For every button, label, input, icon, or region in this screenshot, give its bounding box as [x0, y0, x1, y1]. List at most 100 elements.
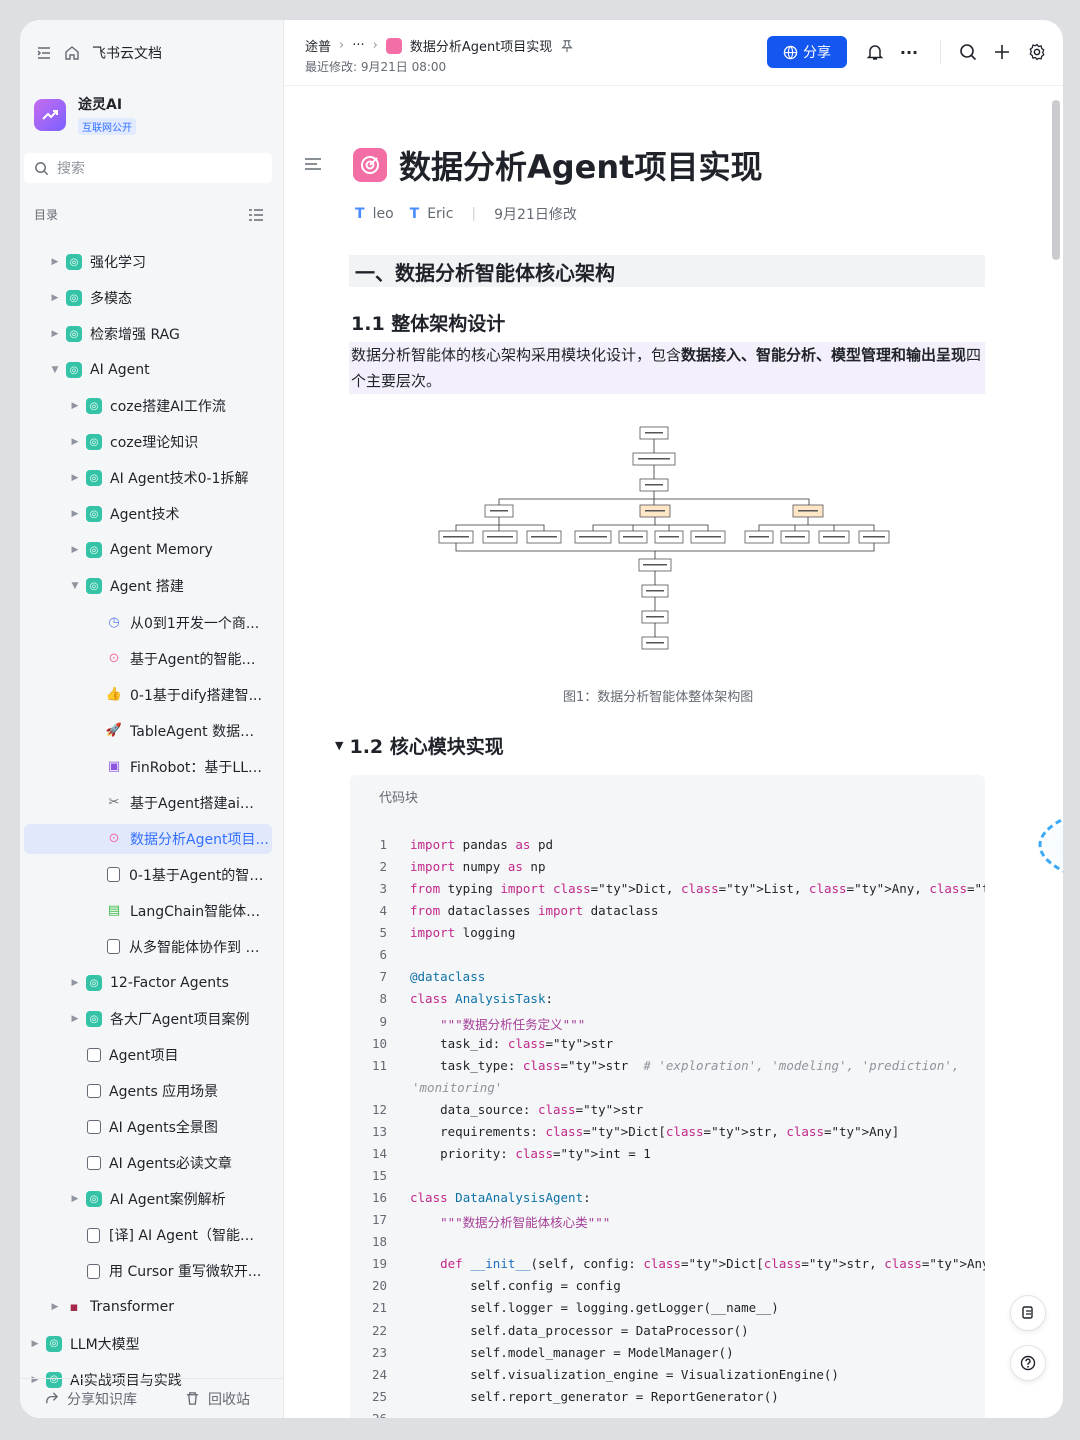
tree-item[interactable]: Agent项目	[68, 1040, 266, 1070]
caret-right-icon[interactable]: ▶	[68, 509, 82, 519]
tree-item[interactable]: ▶ ▪ Transformer	[48, 1292, 266, 1322]
list-view-icon[interactable]	[248, 207, 264, 223]
caret-right-icon[interactable]: ▶	[68, 437, 82, 447]
tree-item[interactable]: 🚀 TableAgent 数据分...	[88, 716, 266, 746]
caret-right-icon[interactable]: ▶	[68, 401, 82, 411]
crumb-root[interactable]: 途普	[305, 36, 331, 55]
doc-emoji-icon	[385, 37, 402, 54]
tree-item[interactable]: ⊙ 基于Agent的智能客...	[88, 644, 266, 674]
heading-2-modules[interactable]: ▼ 1.2 核心模块实现	[335, 732, 504, 759]
heading-2-arch[interactable]: 1.1 整体架构设计	[351, 309, 505, 336]
code-text: requirements: class="ty">Dict[class="ty"…	[410, 1123, 900, 1139]
tree-item[interactable]: 0-1基于Agent的智能...	[88, 860, 266, 890]
author-2[interactable]: Eric	[427, 206, 453, 222]
teal-doc-icon: ◎	[86, 542, 102, 559]
tree-item[interactable]: Agents 应用场景	[68, 1076, 266, 1106]
tree-item[interactable]: ▶ ◎ 12-Factor Agents	[68, 968, 266, 998]
tree-item[interactable]: 从多智能体协作到 A...	[88, 932, 266, 962]
space-header[interactable]: 途灵AI 互联网公开	[34, 94, 136, 135]
tree-item[interactable]: AI Agents全景图	[68, 1112, 266, 1142]
tree-item[interactable]: ▶ ◎ Agent Memory	[68, 535, 266, 565]
tree-item[interactable]: ▶ ◎ AI Agent技术0-1拆解	[68, 463, 266, 493]
tree-item[interactable]: ▼ ◎ Agent 搭建	[68, 571, 266, 601]
caret-right-icon[interactable]: ▶	[68, 978, 82, 988]
tree-item[interactable]: 👍 0-1基于dify搭建智...	[88, 680, 266, 710]
tree-item[interactable]: [译] AI Agent（智能体...	[68, 1220, 266, 1250]
tree-item[interactable]: ▶ ◎ 强化学习	[48, 247, 266, 277]
scrollbar-thumb[interactable]	[1052, 100, 1060, 260]
doc-title-icon[interactable]	[353, 148, 387, 182]
collapse-triangle-icon[interactable]: ▼	[335, 739, 343, 752]
tree-item[interactable]: 用 Cursor 重写微软开...	[68, 1256, 266, 1286]
tree-item[interactable]: ▶ ◎ 多模态	[48, 283, 266, 313]
more-icon[interactable]: ···	[899, 42, 919, 62]
tree-item[interactable]: ✂ 基于Agent搭建ai论...	[88, 788, 266, 818]
pin-icon[interactable]	[560, 39, 574, 53]
caret-right-icon[interactable]: ▶	[68, 473, 82, 483]
caret-right-icon[interactable]: ▶	[48, 1302, 62, 1312]
caret-right-icon[interactable]: ▶	[48, 329, 62, 339]
paragraph[interactable]: 数据分析智能体的核心架构采用模块化设计，包含数据接入、智能分析、模型管理和输出呈…	[349, 342, 985, 394]
caret-down-icon[interactable]: ▼	[48, 365, 62, 375]
help-icon[interactable]	[1010, 1345, 1046, 1381]
collapse-sidebar-icon[interactable]	[36, 45, 52, 61]
teal-doc-icon: ◎	[66, 362, 82, 379]
line-number: 5	[379, 925, 387, 941]
crumb-current[interactable]: 数据分析Agent项目实现	[410, 36, 552, 55]
tree-item[interactable]: ▶ ◎ AI Agent案例解析	[68, 1184, 266, 1214]
tree-item[interactable]: ▶ ◎ Agent技术	[68, 499, 266, 529]
trash-button[interactable]: 回收站	[185, 1389, 250, 1409]
architecture-diagram[interactable]	[435, 425, 905, 655]
author-1[interactable]: leo	[373, 206, 394, 222]
caret-right-icon[interactable]: ▶	[48, 293, 62, 303]
code-text: import numpy as np	[410, 859, 546, 875]
copy-doc-icon[interactable]	[1010, 1295, 1046, 1331]
tree-item[interactable]: ◷ 从0到1开发一个商...	[88, 608, 266, 638]
toc-header: 目录	[34, 206, 264, 223]
home-icon[interactable]	[64, 45, 80, 61]
tree-item[interactable]: AI Agents必读文章	[68, 1148, 266, 1178]
bell-icon[interactable]	[865, 42, 885, 62]
code-block[interactable]: 代码块 1 import pandas as pd 2 import numpy as…	[350, 775, 985, 1418]
search-icon[interactable]	[958, 42, 978, 62]
share-button[interactable]: 分享	[767, 36, 847, 68]
caret-right-icon[interactable]: ▶	[68, 1194, 82, 1204]
caret-right-icon[interactable]: ▶	[68, 545, 82, 555]
search-input[interactable]: 搜索	[24, 153, 272, 183]
tree-item-label: 从多智能体协作到 A...	[129, 939, 266, 956]
plus-icon[interactable]	[992, 42, 1012, 62]
caret-right-icon[interactable]: ▶	[28, 1339, 42, 1349]
caret-right-icon[interactable]: ▶	[68, 1014, 82, 1024]
heading-1[interactable]: 一、数据分析智能体核心架构	[349, 255, 985, 287]
tree-item[interactable]: ▶ ◎ LLM大模型	[28, 1329, 266, 1359]
last-modified: 最近修改: 9月21日 08:00	[305, 60, 447, 74]
tree-item[interactable]: ⊙ 数据分析Agent项目...	[24, 823, 272, 854]
tree-item-label: 基于Agent的智能客...	[130, 651, 266, 668]
share-space-button[interactable]: 分享知识库	[44, 1389, 137, 1409]
code-text: @dataclass	[410, 969, 486, 985]
doc-title-text[interactable]: 数据分析Agent项目实现	[399, 142, 762, 188]
caret-right-icon[interactable]: ▶	[48, 257, 62, 267]
tree-item-label: coze搭建AI工作流	[110, 399, 226, 416]
tree-item[interactable]: ▶ ◎ 检索增强 RAG	[48, 319, 266, 349]
trash-label: 回收站	[208, 1391, 250, 1408]
outline-icon[interactable]	[304, 156, 322, 175]
tree-item[interactable]: ▼ ◎ AI Agent	[48, 355, 266, 385]
caret-down-icon[interactable]: ▼	[68, 581, 82, 591]
tree-item[interactable]: ▶ ◎ coze理论知识	[68, 427, 266, 457]
green-doc-icon: ▤	[107, 903, 121, 919]
toolbar-divider	[940, 40, 941, 64]
crumb-ellipsis[interactable]: ···	[352, 38, 364, 53]
app-name[interactable]: 飞书云文档	[92, 43, 162, 63]
tree-item[interactable]: ▶ ◎ 各大厂Agent项目案例	[68, 1004, 266, 1034]
gear-icon[interactable]	[1027, 42, 1047, 62]
tree-item-label: 多模态	[90, 291, 132, 308]
tree-item[interactable]: ▶ ◎ coze搭建AI工作流	[68, 391, 266, 421]
tree-item[interactable]: ▣ FinRobot：基于LLM...	[88, 752, 266, 782]
teal-doc-icon: ◎	[86, 1011, 102, 1028]
tree-item-label: FinRobot：基于LLM...	[130, 759, 266, 776]
tree-item[interactable]: ▤ LangChain智能体开...	[88, 896, 266, 926]
pink-doc-icon: ⊙	[108, 831, 120, 847]
tree-item-label: Transformer	[90, 1299, 175, 1316]
share-label: 分享	[803, 45, 831, 61]
